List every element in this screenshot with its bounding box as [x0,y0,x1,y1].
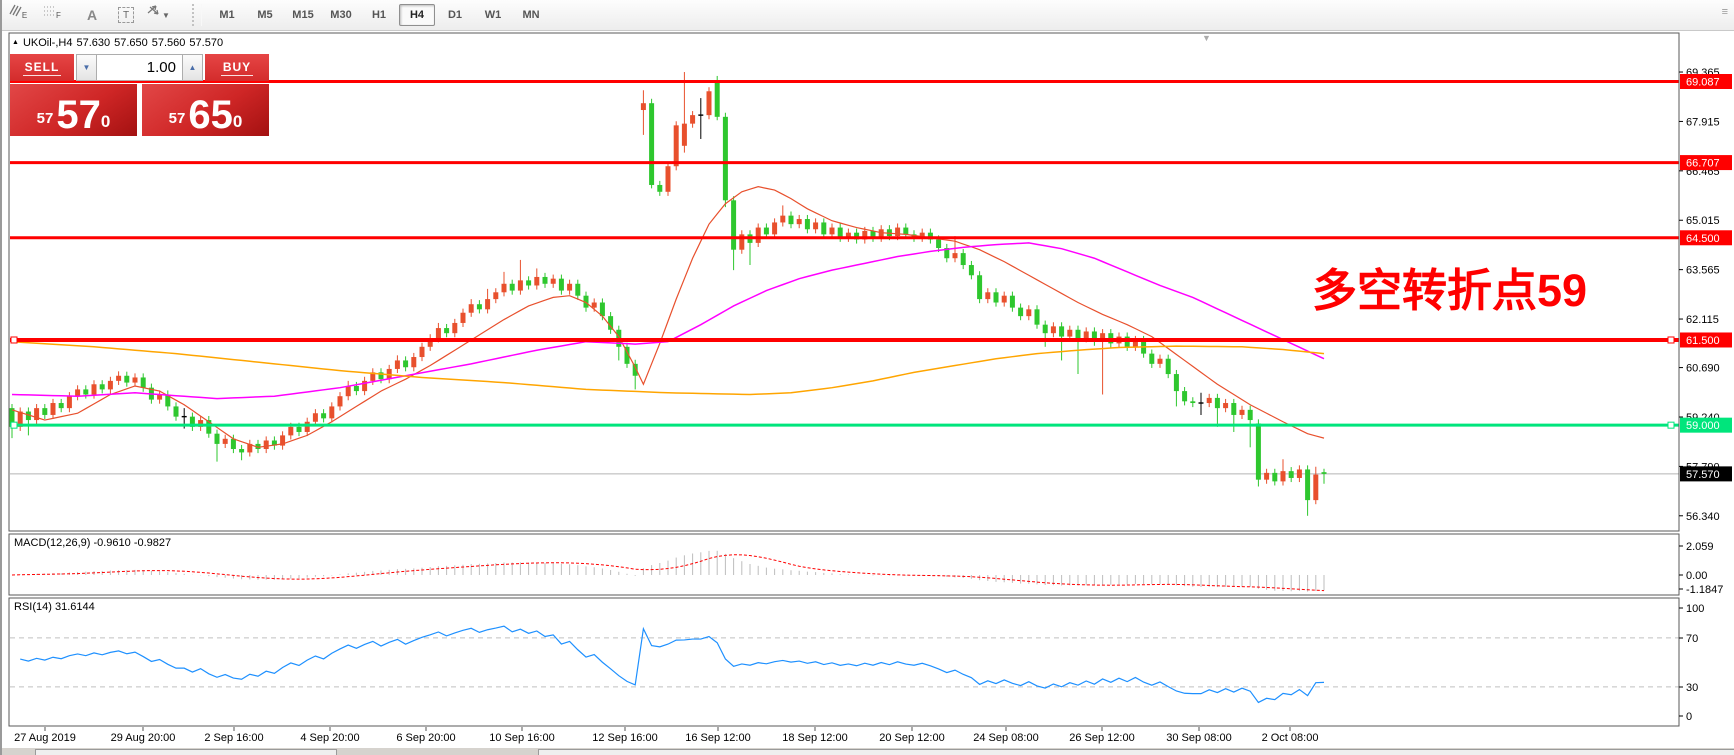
svg-text:62.115: 62.115 [1686,314,1719,326]
gridlines-layer [10,474,1679,687]
moving-averages-layer [12,187,1324,448]
svg-text:66.707: 66.707 [1686,158,1720,170]
svg-text:0.00: 0.00 [1686,570,1707,582]
svg-text:29 Aug 20:00: 29 Aug 20:00 [111,732,176,744]
chart-tabs-strip [2,748,1734,755]
symbol-name: UKOil-,H4 [23,37,73,49]
svg-text:70: 70 [1686,633,1698,645]
chart-tab[interactable] [35,749,337,755]
svg-text:2 Oct 08:00: 2 Oct 08:00 [1262,732,1319,744]
svg-text:-1.1847: -1.1847 [1686,584,1723,596]
time-axis: 27 Aug 2019 29 Aug 20:00 2 Sep 16:00 4 Sep … [14,727,1318,744]
chart-tab[interactable] [538,749,1734,755]
svg-text:26 Sep 12:00: 26 Sep 12:00 [1069,732,1134,744]
svg-text:69.087: 69.087 [1686,77,1720,89]
ma-fast [12,187,1324,448]
svg-text:30 Sep 08:00: 30 Sep 08:00 [1166,732,1231,744]
volume-input[interactable] [97,54,182,81]
volume-increase-button[interactable]: ▲ [182,54,203,81]
ohlc-high: 57.650 [114,37,148,49]
bid-main: 57 [56,98,101,132]
chart-annotation-text: 多空转折点59 [1312,254,1642,319]
svg-text:20 Sep 12:00: 20 Sep 12:00 [879,732,944,744]
ohlc-close: 57.570 [189,37,223,49]
svg-text:4 Sep 20:00: 4 Sep 20:00 [300,732,359,744]
svg-text:65.015: 65.015 [1686,215,1720,227]
svg-text:18 Sep 12:00: 18 Sep 12:00 [782,732,847,744]
svg-text:56.340: 56.340 [1686,511,1720,523]
svg-text:57.570: 57.570 [1686,469,1720,481]
ohlc-low: 57.560 [152,37,186,49]
indicator-hatch-icon [9,3,25,17]
svg-text:61.500: 61.500 [1686,335,1720,347]
svg-text:100: 100 [1686,603,1704,615]
grid-dots-icon [43,3,57,17]
bid-price-panel[interactable]: 57570 [10,84,137,136]
svg-text:2 Sep 16:00: 2 Sep 16:00 [204,732,263,744]
macd-label: MACD(12,26,9) -0.9610 -0.9827 [14,537,171,549]
ask-price-panel[interactable]: 57650 [142,84,269,136]
svg-text:60.690: 60.690 [1686,363,1720,375]
candlestick-layer [10,72,1327,516]
svg-text:24 Sep 08:00: 24 Sep 08:00 [973,732,1038,744]
rsi-label: RSI(14) 31.6144 [14,601,95,613]
ohlc-open: 57.630 [76,37,110,49]
panel-frames [9,33,1679,726]
chart-shift-marker-icon[interactable]: ▼ [1202,33,1211,43]
ask-sup: 0 [233,112,242,132]
bid-sup: 0 [101,112,110,132]
svg-text:2.059: 2.059 [1686,541,1714,553]
svg-text:59.000: 59.000 [1686,420,1720,432]
svg-text:67.915: 67.915 [1686,116,1720,128]
expand-arrow-icon[interactable]: ▲ [12,39,19,46]
svg-text:10 Sep 16:00: 10 Sep 16:00 [489,732,554,744]
svg-text:30: 30 [1686,682,1698,694]
svg-text:27 Aug 2019: 27 Aug 2019 [14,732,76,744]
svg-text:63.565: 63.565 [1686,265,1720,277]
svg-text:16 Sep 12:00: 16 Sep 12:00 [685,732,750,744]
sell-button[interactable]: SELL [10,54,74,81]
svg-text:0: 0 [1686,711,1692,723]
volume-decrease-button[interactable]: ▼ [76,54,97,81]
one-click-trading-widget: SELL ▼ ▲ BUY 57570 57650 [10,54,269,136]
trading-terminal-window: 69.36567.91566.46565.01563.56562.11560.6… [0,0,1734,755]
arrows-icon [145,3,161,17]
bid-prefix: 57 [37,110,54,127]
svg-text:64.500: 64.500 [1686,233,1720,245]
ask-main: 65 [188,98,233,132]
svg-text:12 Sep 16:00: 12 Sep 16:00 [592,732,657,744]
svg-text:6 Sep 20:00: 6 Sep 20:00 [396,732,455,744]
price-axis: 69.36567.91566.46565.01563.56562.11560.6… [1679,67,1732,723]
symbol-info: ▲ UKOil-,H457.630 57.650 57.56057.570 [12,37,227,49]
ask-prefix: 57 [169,110,186,127]
buy-button[interactable]: BUY [205,54,269,81]
